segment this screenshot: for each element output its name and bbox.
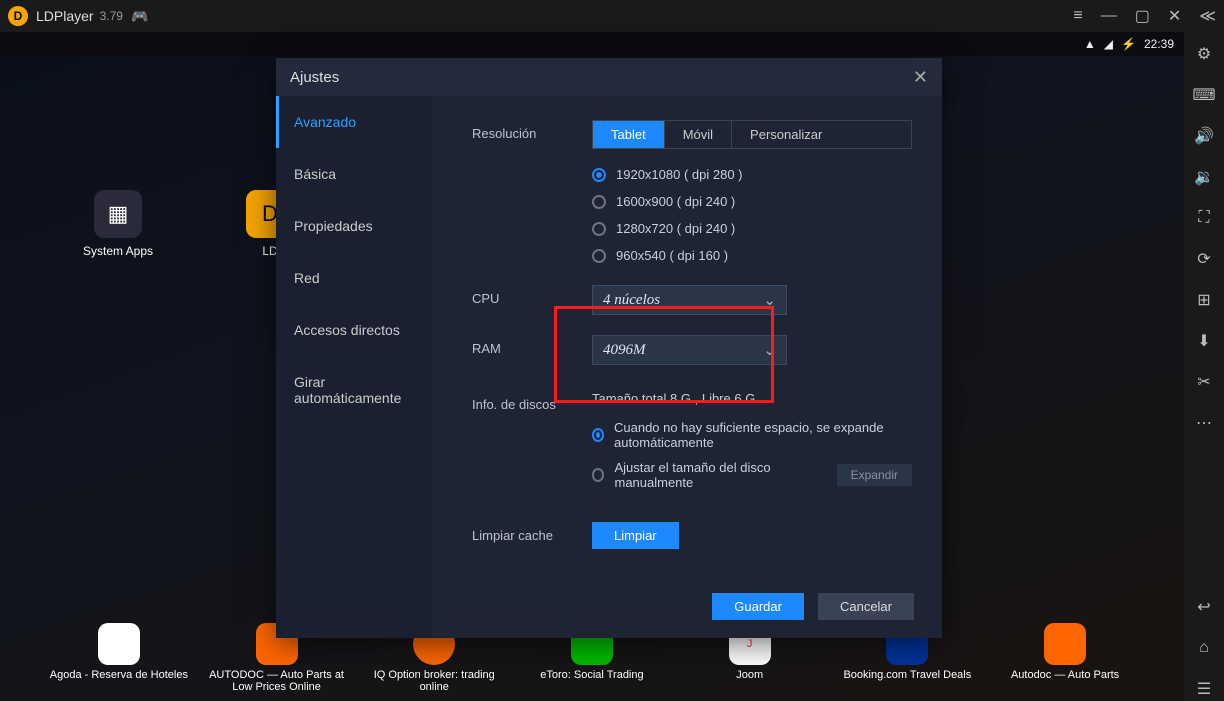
collapse-sidebar-icon[interactable]: ≪ — [1199, 6, 1216, 26]
cpu-value: 4 núcelos — [603, 292, 660, 309]
close-icon[interactable]: ✕ — [913, 67, 928, 88]
radio-960x540[interactable]: 960x540 ( dpi 160 ) — [592, 248, 912, 263]
volume-down-icon[interactable]: 🔉 — [1192, 165, 1216, 189]
ram-value: 4096M — [603, 342, 646, 359]
tab-personalizar[interactable]: Personalizar — [732, 121, 840, 148]
label-cpu: CPU — [472, 285, 592, 306]
cancel-button[interactable]: Cancelar — [818, 593, 914, 620]
keyboard-icon[interactable]: ⌨ — [1192, 83, 1216, 107]
signal-icon: ◢ — [1104, 37, 1113, 51]
app-agoda[interactable]: Agoda - Reserva de Hoteles — [44, 623, 194, 693]
titlebar: D LDPlayer 3.79 🎮 ≡ — ▢ ✕ ≪ — [0, 0, 1224, 32]
radio-dot-icon — [592, 195, 606, 209]
label-cache: Limpiar cache — [472, 522, 592, 543]
app-version: 3.79 — [100, 9, 123, 23]
minimize-icon[interactable]: — — [1101, 7, 1117, 25]
radio-dot-icon — [592, 168, 606, 182]
tab-movil[interactable]: Móvil — [665, 121, 732, 148]
settings-modal: Ajustes ✕ Avanzado Básica Propiedades Re… — [276, 58, 942, 638]
home-icon[interactable]: ⌂ — [1192, 636, 1216, 660]
radio-disk-auto[interactable]: Cuando no hay suficiente espacio, se exp… — [592, 420, 912, 450]
radio-dot-icon — [592, 468, 604, 482]
radio-dot-icon — [592, 249, 606, 263]
modal-header: Ajustes ✕ — [276, 58, 942, 96]
multi-instance-icon[interactable]: ⊞ — [1192, 288, 1216, 312]
more-icon[interactable]: ⋯ — [1192, 411, 1216, 435]
charging-icon: ⚡ — [1121, 37, 1136, 51]
ram-dropdown[interactable]: 4096M ⌄ — [592, 335, 787, 365]
right-toolbar: ⚙ ⌨ 🔊 🔉 ⛶ ⟳ ⊞ ⬇ ✂ ⋯ ↩ ⌂ ☰ — [1184, 32, 1224, 701]
icon-label: System Apps — [58, 244, 178, 258]
tab-tablet[interactable]: Tablet — [593, 121, 665, 148]
label-resolution: Resolución — [472, 120, 592, 141]
scissors-icon[interactable]: ✂ — [1192, 370, 1216, 394]
chevron-down-icon: ⌄ — [763, 291, 776, 310]
app-logo: D — [8, 6, 28, 26]
radio-1600x900[interactable]: 1600x900 ( dpi 240 ) — [592, 194, 912, 209]
sidebar-item-accesos[interactable]: Accesos directos — [276, 304, 432, 356]
volume-up-icon[interactable]: 🔊 — [1192, 124, 1216, 148]
sync-icon[interactable]: ⟳ — [1192, 247, 1216, 271]
android-statusbar: ▲ ◢ ⚡ 22:39 — [0, 32, 1184, 56]
sidebar-item-girar[interactable]: Girar automáticamente — [276, 356, 432, 424]
radio-disk-manual[interactable]: Ajustar el tamaño del disco manualmente … — [592, 460, 912, 490]
sidebar-item-propiedades[interactable]: Propiedades — [276, 200, 432, 252]
clear-cache-button[interactable]: Limpiar — [592, 522, 679, 549]
app-name: LDPlayer — [36, 8, 94, 24]
back-icon[interactable]: ↩ — [1192, 595, 1216, 619]
modal-title: Ajustes — [290, 69, 339, 86]
settings-content: Resolución Tablet Móvil Personalizar 192… — [432, 96, 942, 638]
label-disk: Info. de discos — [472, 391, 592, 412]
wifi-icon: ▲ — [1084, 37, 1096, 51]
sidebar-item-basica[interactable]: Básica — [276, 148, 432, 200]
resolution-tabs: Tablet Móvil Personalizar — [592, 120, 912, 149]
cpu-dropdown[interactable]: 4 núcelos ⌄ — [592, 285, 787, 315]
apk-icon[interactable]: ⬇ — [1192, 329, 1216, 353]
label-ram: RAM — [472, 335, 592, 356]
recent-icon[interactable]: ☰ — [1192, 677, 1216, 701]
settings-gear-icon[interactable]: ⚙ — [1192, 42, 1216, 66]
desktop-icon-system-apps[interactable]: ▦ System Apps — [58, 190, 178, 258]
disk-size-text: Tamaño total 8 G , Libre 6 G — [592, 391, 912, 406]
app-autodoc2[interactable]: Autodoc — Auto Parts — [990, 623, 1140, 693]
gamepad-icon[interactable]: 🎮 — [131, 8, 148, 25]
menu-icon[interactable]: ≡ — [1073, 7, 1082, 25]
radio-1920x1080[interactable]: 1920x1080 ( dpi 280 ) — [592, 167, 912, 182]
sidebar-item-red[interactable]: Red — [276, 252, 432, 304]
radio-dot-icon — [592, 222, 606, 236]
close-icon[interactable]: ✕ — [1168, 6, 1181, 26]
radio-dot-icon — [592, 428, 604, 442]
folder-icon: ▦ — [94, 190, 142, 238]
status-time: 22:39 — [1144, 37, 1174, 51]
maximize-icon[interactable]: ▢ — [1135, 6, 1150, 26]
chevron-down-icon: ⌄ — [763, 341, 776, 360]
radio-1280x720[interactable]: 1280x720 ( dpi 240 ) — [592, 221, 912, 236]
settings-sidebar: Avanzado Básica Propiedades Red Accesos … — [276, 96, 432, 638]
sidebar-item-avanzado[interactable]: Avanzado — [276, 96, 432, 148]
save-button[interactable]: Guardar — [712, 593, 804, 620]
expand-button[interactable]: Expandir — [837, 464, 912, 486]
fullscreen-icon[interactable]: ⛶ — [1192, 206, 1216, 230]
